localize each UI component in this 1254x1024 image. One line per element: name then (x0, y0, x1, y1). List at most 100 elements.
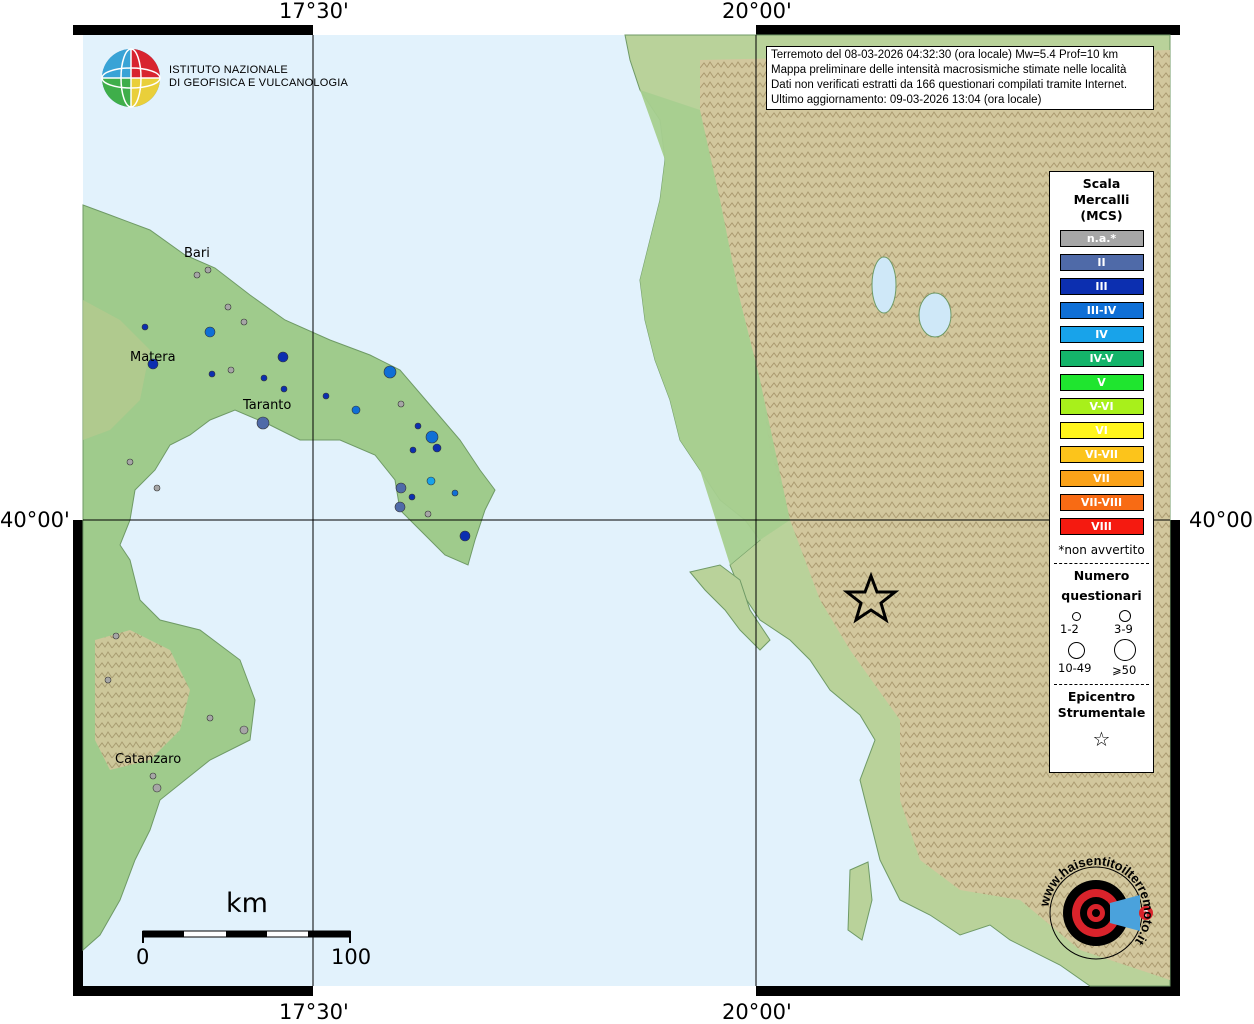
observation-point (240, 318, 248, 326)
observation-point (141, 323, 149, 331)
observation-point (426, 476, 436, 486)
mcs-class-1: II (1059, 254, 1144, 271)
institute-name: ISTITUTO NAZIONALE DI GEOFISICA E VULCAN… (169, 64, 348, 90)
scale-start: 0 (136, 945, 150, 969)
mcs-class-2: III (1059, 278, 1144, 295)
epicenter-title: Epicentro Strumentale (1050, 689, 1153, 721)
svg-text:www.haisentitoilterremoto.it: www.haisentitoilterremoto.it (1040, 857, 1152, 948)
size-circle-large (1068, 642, 1085, 659)
scale-unit: km (226, 888, 268, 919)
observation-point (256, 416, 270, 430)
mcs-class-7: V-VI (1059, 398, 1144, 415)
lat-label-left: 40°00' (0, 508, 70, 532)
city-label-catanzaro: Catanzaro (115, 752, 182, 767)
count-title: Numero questionari (1050, 566, 1153, 606)
size-circle-medium (1119, 610, 1131, 622)
observation-point (280, 385, 288, 393)
observation-point (204, 326, 216, 338)
observation-point (277, 351, 289, 363)
observation-point (351, 405, 361, 415)
badge-text-ring: www.haisentitoilterremoto.it (1040, 857, 1152, 948)
observation-point (227, 366, 235, 374)
lon-label-bottom-right: 20°00' (722, 1000, 792, 1024)
institute-line1: ISTITUTO NAZIONALE (169, 64, 288, 76)
lon-label-top-right: 20°00' (722, 0, 792, 23)
legend-title-line1: Scala (1082, 176, 1121, 191)
observation-point (208, 370, 216, 378)
observation-point (104, 676, 112, 684)
frame-white-right (1170, 35, 1180, 520)
observation-point (432, 443, 442, 453)
observation-point (409, 446, 417, 454)
observation-point (459, 530, 471, 542)
city-label-matera: Matera (130, 350, 176, 365)
mcs-class-10: VII (1059, 470, 1144, 487)
legend-title: Scala Mercalli (MCS) (1050, 176, 1153, 224)
observation-point (206, 714, 214, 722)
observation-point (451, 489, 459, 497)
mcs-class-3: III-IV (1059, 302, 1144, 319)
mcs-class-6: V (1059, 374, 1144, 391)
observation-point (224, 303, 232, 311)
observation-point (239, 725, 249, 735)
mcs-class-5: IV-V (1059, 350, 1144, 367)
mcs-class-8: VI (1059, 422, 1144, 439)
ingv-globe-logo (101, 48, 161, 108)
observation-point (424, 510, 432, 518)
frame-white-bottom (313, 986, 756, 996)
institute-line2: DI GEOFISICA E VULCANOLOGIA (169, 77, 348, 89)
frame-white-top (313, 25, 756, 35)
mcs-class-4: IV (1059, 326, 1144, 343)
info-line2: Mappa preliminare delle intensità macros… (771, 64, 1127, 76)
mcs-class-12: VIII (1059, 518, 1144, 535)
info-line1: Terremoto del 08-03-2026 04:32:30 (ora l… (771, 49, 1119, 61)
size-circle-small (1072, 612, 1081, 621)
size-label-1-2: 1-2 (1060, 622, 1079, 636)
observation-point (126, 458, 134, 466)
observation-point (383, 365, 397, 379)
observation-point (394, 501, 406, 513)
observation-point (153, 484, 161, 492)
observation-point (152, 783, 162, 793)
observation-point (322, 392, 330, 400)
epicenter-star-icon: ☆ (1092, 727, 1111, 751)
scale-end: 100 (331, 945, 372, 969)
lat-label-right: 40°00' (1189, 508, 1254, 532)
observation-point (395, 482, 407, 494)
info-line3: Dati non verificati estratti da 166 ques… (771, 79, 1128, 91)
city-label-taranto: Taranto (243, 398, 292, 413)
observation-point (397, 400, 405, 408)
observation-point (260, 374, 268, 382)
size-circle-xlarge (1114, 639, 1136, 661)
size-label-50: ⩾50 (1112, 663, 1137, 677)
info-line4: Ultimo aggiornamento: 09-03-2026 13:04 (… (771, 94, 1042, 106)
epicenter-title-line1: Epicentro (1067, 689, 1136, 704)
lake-prespa (918, 292, 952, 338)
city-label-bari: Bari (184, 246, 210, 261)
count-title-line1: Numero (1073, 568, 1130, 583)
observation-point (425, 430, 439, 444)
mcs-class-0: n.a.* (1059, 230, 1144, 247)
observation-point (204, 266, 212, 274)
size-label-10-49: 10-49 (1058, 661, 1092, 675)
legend-separator-2 (1054, 684, 1149, 685)
mcs-class-9: VI-VII (1059, 446, 1144, 463)
mcs-class-list: n.a.* II III III-IV IV IV-V V V-VI VI VI-VII VII VI… (1050, 230, 1153, 535)
size-legend: 1-2 3-9 10-49 ⩾50 (1050, 606, 1153, 677)
lon-label-bottom-left: 17°30' (279, 1000, 349, 1024)
count-title-line2: questionari (1061, 588, 1142, 603)
observation-point (193, 271, 201, 279)
observation-point (408, 493, 416, 501)
observation-point (112, 632, 120, 640)
observation-point (414, 422, 422, 430)
legend-separator (1054, 563, 1149, 564)
legend-title-line3: (MCS) (1080, 208, 1123, 223)
size-label-3-9: 3-9 (1114, 622, 1133, 636)
badge-text: www.haisentitoilterremoto.it (1040, 857, 1152, 948)
mcs-legend: Scala Mercalli (MCS) n.a.* II III III-IV IV I… (1049, 171, 1154, 773)
legend-note: *non avvertito (1058, 543, 1145, 557)
earthquake-info-box: Terremoto del 08-03-2026 04:32:30 (ora l… (766, 46, 1154, 110)
mcs-class-11: VII-VIII (1059, 494, 1144, 511)
legend-title-line2: Mercalli (1073, 192, 1130, 207)
lon-label-top-left: 17°30' (279, 0, 349, 23)
